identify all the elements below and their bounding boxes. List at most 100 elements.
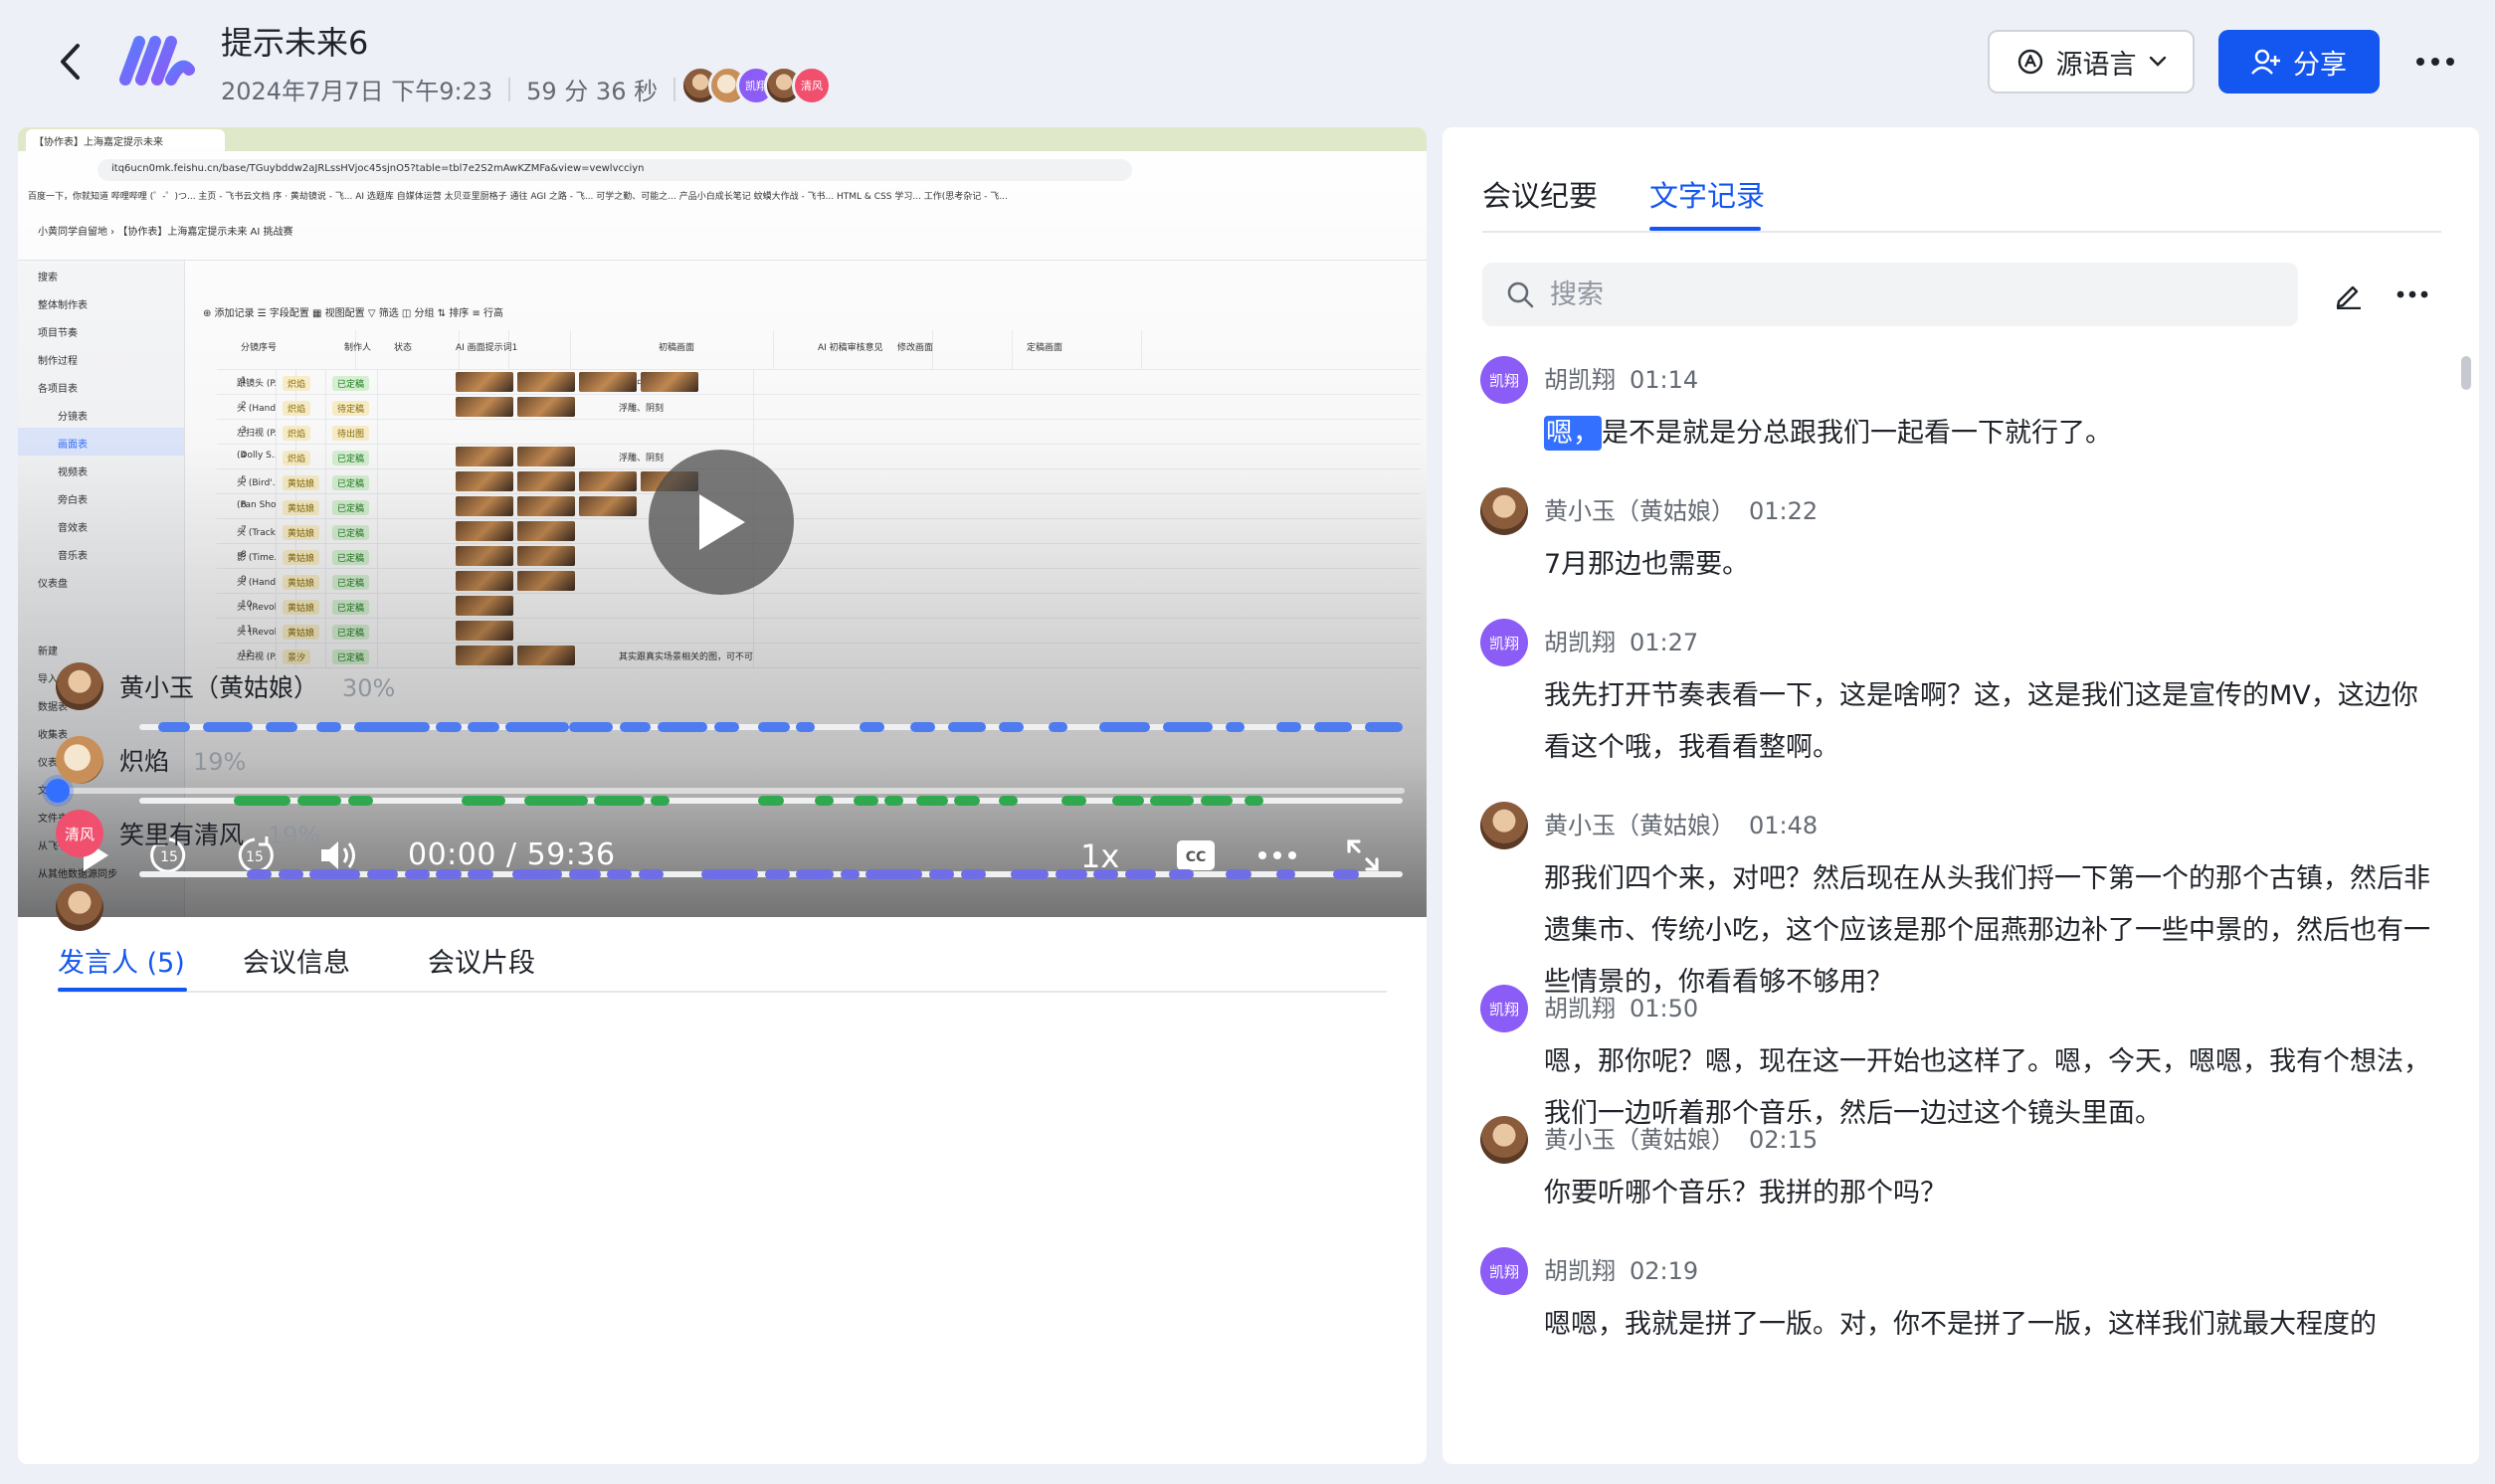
speaker-segment[interactable] (347, 796, 373, 806)
speaker-segment[interactable] (1061, 796, 1087, 806)
speaker-segment[interactable] (1049, 722, 1068, 732)
speaker-segment[interactable] (461, 796, 506, 806)
tab-transcript[interactable]: 文字记录 (1649, 173, 1765, 215)
speaker-segment[interactable] (865, 869, 923, 879)
speaker-segment[interactable] (468, 722, 499, 732)
speaker-segment[interactable] (909, 722, 936, 732)
share-button[interactable]: 分享 (2218, 30, 2380, 93)
speaker-segment[interactable] (158, 722, 190, 732)
speaker-segment[interactable] (278, 869, 304, 879)
speaker-segment[interactable] (1162, 722, 1214, 732)
speaker-segment[interactable] (840, 869, 860, 879)
speaker-segment[interactable] (815, 796, 835, 806)
speaker-segment[interactable] (758, 796, 784, 806)
speaker-segment[interactable] (998, 796, 1018, 806)
speaker-segment[interactable] (1092, 869, 1119, 879)
speaker-segment[interactable] (928, 869, 955, 879)
speaker-segment[interactable] (1364, 722, 1403, 732)
speaker-segment[interactable] (468, 869, 493, 879)
tab-meeting-minutes[interactable]: 会议纪要 (1482, 173, 1598, 215)
edit-transcript-button[interactable] (2328, 275, 2368, 314)
speaker-segment[interactable] (1245, 796, 1264, 806)
speaker-segment[interactable] (657, 722, 708, 732)
speaker-segment[interactable] (638, 869, 665, 879)
transcript-speaker-name[interactable]: 胡凯翔 (1544, 1257, 1616, 1285)
speaker-segment[interactable] (884, 796, 904, 806)
transcript-timestamp[interactable]: 02:15 (1749, 1126, 1818, 1154)
speaker-segment[interactable] (568, 722, 614, 732)
speaker-segment[interactable] (505, 722, 569, 732)
speaker-segment[interactable] (296, 796, 342, 806)
transcript-speaker-name[interactable]: 黄小玉（黄姑娘） (1544, 1126, 1735, 1154)
transcript-speaker-name[interactable]: 黄小玉（黄姑娘） (1544, 497, 1735, 525)
speaker-segment[interactable] (436, 869, 462, 879)
speaker-timeline[interactable] (139, 796, 1403, 806)
speaker-segment[interactable] (524, 796, 588, 806)
transcript-timestamp[interactable]: 01:14 (1630, 366, 1698, 394)
transcript-speaker-name[interactable]: 胡凯翔 (1544, 366, 1616, 394)
speaker-segment[interactable] (1011, 869, 1050, 879)
speaker-segment[interactable] (713, 722, 740, 732)
transcript-text[interactable]: 你要听哪个音乐？我拼的那个吗？ (1544, 1168, 2439, 1219)
speaker-segment[interactable] (1276, 869, 1296, 879)
play-button[interactable] (649, 450, 794, 595)
speaker-segment[interactable] (1111, 796, 1144, 806)
transcript-text[interactable]: 那我们四个来，对吧？然后现在从头我们捋一下第一个的那个古镇，然后非遗集市、传统小… (1544, 853, 2439, 1009)
participant-avatars[interactable]: 凯翔 清风 (680, 66, 832, 105)
speaker-segment[interactable] (1169, 869, 1195, 879)
speaker-segment[interactable] (246, 869, 273, 879)
speaker-segment[interactable] (568, 869, 601, 879)
speaker-segment[interactable] (436, 722, 462, 732)
speaker-segment[interactable] (266, 722, 297, 732)
speaker-segment[interactable] (947, 722, 986, 732)
speaker-segment[interactable] (234, 796, 291, 806)
speaker-segment[interactable] (916, 796, 948, 806)
speaker-segment[interactable] (315, 722, 342, 732)
transcript-scrollbar[interactable] (2461, 356, 2471, 390)
back-button[interactable] (50, 36, 90, 88)
speaker-segment[interactable] (796, 869, 835, 879)
speaker-segment[interactable] (353, 722, 431, 732)
speaker-segment[interactable] (701, 869, 759, 879)
speaker-segment[interactable] (758, 722, 791, 732)
transcript-text[interactable]: 嗯嗯，我就是拼了一版。对，你不是拼了一版，这样我们就最大程度的 (1544, 1299, 2439, 1351)
speaker-segment[interactable] (202, 722, 254, 732)
speaker-segment[interactable] (859, 722, 885, 732)
speaker-segment[interactable] (853, 796, 878, 806)
transcript-speaker-name[interactable]: 黄小玉（黄姑娘） (1544, 812, 1735, 839)
transcript-search[interactable] (1482, 263, 2298, 326)
speaker-segment[interactable] (1055, 869, 1087, 879)
transcript-text[interactable]: 嗯，是不是就是分总跟我们一起看一下就行了。 (1544, 408, 2439, 460)
speaker-segment[interactable] (1276, 722, 1302, 732)
more-menu-button[interactable] (2405, 38, 2465, 86)
speaker-segment[interactable] (1124, 869, 1157, 879)
speaker-segment[interactable] (796, 722, 816, 732)
source-language-button[interactable]: 源语言 (1988, 30, 2195, 93)
transcript-timestamp[interactable]: 02:19 (1630, 1257, 1698, 1285)
speaker-row[interactable] (56, 883, 1389, 983)
transcript-speaker-name[interactable]: 胡凯翔 (1544, 995, 1616, 1022)
transcript-timestamp[interactable]: 01:27 (1630, 629, 1698, 656)
transcript-text[interactable]: 7月那边也需要。 (1544, 539, 2439, 591)
speaker-segment[interactable] (998, 722, 1024, 732)
speaker-segment[interactable] (651, 796, 671, 806)
speaker-timeline[interactable] (139, 722, 1403, 732)
speaker-timeline[interactable] (139, 869, 1403, 879)
transcript-text[interactable]: 我先打开节奏表看一下，这是啥啊？这，这是我们这是宣传的MV，这边你看这个哦，我看… (1544, 670, 2439, 774)
speaker-segment[interactable] (1314, 722, 1353, 732)
speaker-segment[interactable] (1099, 722, 1150, 732)
search-input[interactable] (1550, 278, 2246, 310)
transcript-highlighted-word[interactable]: 嗯， (1544, 416, 1602, 451)
speaker-segment[interactable] (594, 796, 645, 806)
speaker-segment[interactable] (511, 869, 563, 879)
transcript-timestamp[interactable]: 01:22 (1749, 497, 1818, 525)
speaker-segment[interactable] (619, 722, 652, 732)
speaker-segment[interactable] (366, 869, 399, 879)
speaker-segment[interactable] (1226, 869, 1251, 879)
speaker-segment[interactable] (954, 796, 980, 806)
speaker-segment[interactable] (1226, 722, 1246, 732)
speaker-segment[interactable] (1200, 796, 1233, 806)
transcript-more-button[interactable] (2390, 275, 2435, 314)
transcript-speaker-name[interactable]: 胡凯翔 (1544, 629, 1616, 656)
speaker-segment[interactable] (404, 869, 431, 879)
